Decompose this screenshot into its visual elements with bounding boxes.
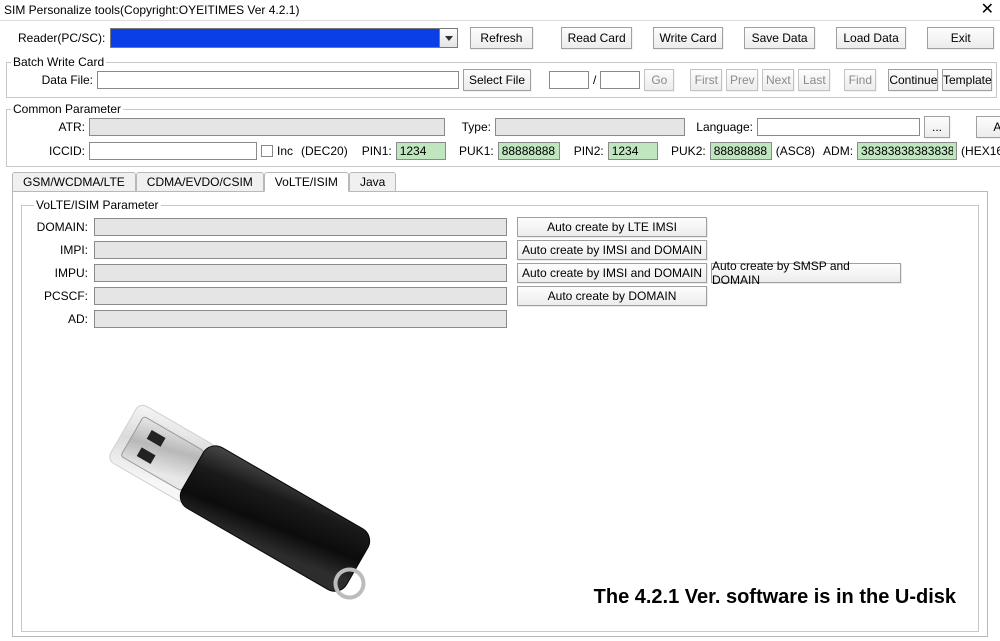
- auto-create-domain-button[interactable]: Auto create by DOMAIN: [517, 286, 707, 306]
- adm-label: ADM:: [819, 144, 853, 158]
- write-card-button[interactable]: Write Card: [653, 27, 723, 49]
- auto-create-lte-imsi-button[interactable]: Auto create by LTE IMSI: [517, 217, 707, 237]
- impi-label: IMPI:: [28, 243, 88, 257]
- puk2-label: PUK2:: [662, 144, 706, 158]
- window-title: SIM Personalize tools(Copyright:OYEITIME…: [4, 3, 299, 17]
- language-label: Language:: [689, 120, 753, 134]
- read-card-button[interactable]: Read Card: [561, 27, 631, 49]
- tab-java[interactable]: Java: [349, 172, 396, 192]
- hex168-suffix: (HEX16/8): [961, 144, 1000, 158]
- auto-create-imsi-domain2-button[interactable]: Auto create by IMSI and DOMAIN: [517, 263, 707, 283]
- last-button[interactable]: Last: [798, 69, 830, 91]
- go-button[interactable]: Go: [644, 69, 674, 91]
- load-data-button[interactable]: Load Data: [836, 27, 906, 49]
- type-label: Type:: [449, 120, 491, 134]
- pin2-label: PIN2:: [564, 144, 604, 158]
- language-browse-button[interactable]: ...: [924, 116, 950, 138]
- data-file-input[interactable]: [97, 71, 459, 89]
- inc-label: Inc: [277, 144, 293, 158]
- pin1-input[interactable]: [396, 142, 446, 160]
- impu-label: IMPU:: [28, 266, 88, 280]
- dec20-suffix: (DEC20): [301, 144, 348, 158]
- ad-input[interactable]: [94, 310, 507, 328]
- prev-button[interactable]: Prev: [726, 69, 758, 91]
- usb-drive-icon: [82, 392, 412, 622]
- impi-input[interactable]: [94, 241, 507, 259]
- tab-volte[interactable]: VoLTE/ISIM: [264, 172, 349, 192]
- atr-label: ATR:: [11, 120, 85, 134]
- ad-label: AD:: [28, 312, 88, 326]
- template-button[interactable]: Template: [942, 69, 992, 91]
- asc8-suffix: (ASC8): [776, 144, 815, 158]
- atr-input[interactable]: [89, 118, 445, 136]
- adn-button[interactable]: ADN: [976, 116, 1000, 138]
- volte-parameter-group: VoLTE/ISIM Parameter DOMAIN: Auto create…: [21, 198, 979, 632]
- first-button[interactable]: First: [690, 69, 722, 91]
- iccid-label: ICCID:: [11, 144, 85, 158]
- iccid-input[interactable]: [89, 142, 257, 160]
- auto-create-smsp-domain-button[interactable]: Auto create by SMSP and DOMAIN: [711, 263, 901, 283]
- reader-row: Reader(PC/SC): Refresh Read Card Write C…: [0, 21, 1000, 55]
- reader-select[interactable]: [110, 28, 458, 48]
- inc-checkbox[interactable]: [261, 145, 273, 157]
- common-legend: Common Parameter: [11, 102, 123, 116]
- auto-create-imsi-domain-button[interactable]: Auto create by IMSI and DOMAIN: [517, 240, 707, 260]
- pcscf-input[interactable]: [94, 287, 507, 305]
- puk2-input[interactable]: [710, 142, 772, 160]
- puk1-label: PUK1:: [450, 144, 494, 158]
- select-file-button[interactable]: Select File: [463, 69, 531, 91]
- language-input[interactable]: [757, 118, 920, 136]
- continue-button[interactable]: Continue: [888, 69, 938, 91]
- tab-bar: GSM/WCDMA/LTE CDMA/EVDO/CSIM VoLTE/ISIM …: [12, 171, 1000, 191]
- type-input[interactable]: [495, 118, 685, 136]
- pin2-input[interactable]: [608, 142, 658, 160]
- reader-label: Reader(PC/SC):: [18, 31, 104, 45]
- common-parameter-group: Common Parameter ATR: Type: Language: ..…: [6, 102, 1000, 167]
- save-data-button[interactable]: Save Data: [744, 27, 814, 49]
- close-icon[interactable]: ✕: [981, 3, 994, 17]
- next-button[interactable]: Next: [762, 69, 794, 91]
- find-button[interactable]: Find: [844, 69, 876, 91]
- pin1-label: PIN1:: [352, 144, 392, 158]
- data-file-label: Data File:: [11, 73, 93, 87]
- refresh-button[interactable]: Refresh: [470, 27, 533, 49]
- tab-panel: VoLTE/ISIM Parameter DOMAIN: Auto create…: [12, 191, 988, 637]
- batch-legend: Batch Write Card: [11, 55, 106, 69]
- exit-button[interactable]: Exit: [927, 27, 994, 49]
- titlebar: SIM Personalize tools(Copyright:OYEITIME…: [0, 0, 1000, 20]
- pcscf-label: PCSCF:: [28, 289, 88, 303]
- tab-gsm[interactable]: GSM/WCDMA/LTE: [12, 172, 136, 192]
- domain-label: DOMAIN:: [28, 220, 88, 234]
- volte-legend: VoLTE/ISIM Parameter: [34, 198, 161, 212]
- batch-index-input[interactable]: [549, 71, 589, 89]
- usb-drive-illustration: [82, 392, 412, 622]
- batch-total-input[interactable]: [600, 71, 640, 89]
- domain-input[interactable]: [94, 218, 507, 236]
- tab-cdma[interactable]: CDMA/EVDO/CSIM: [136, 172, 264, 192]
- caption-text: The 4.2.1 Ver. software is in the U-disk: [594, 586, 956, 609]
- dropdown-arrow-icon[interactable]: [439, 29, 457, 47]
- batch-write-card-group: Batch Write Card Data File: Select File …: [6, 55, 997, 98]
- batch-slash: /: [593, 73, 596, 87]
- puk1-input[interactable]: [498, 142, 560, 160]
- impu-input[interactable]: [94, 264, 507, 282]
- adm-input[interactable]: [857, 142, 957, 160]
